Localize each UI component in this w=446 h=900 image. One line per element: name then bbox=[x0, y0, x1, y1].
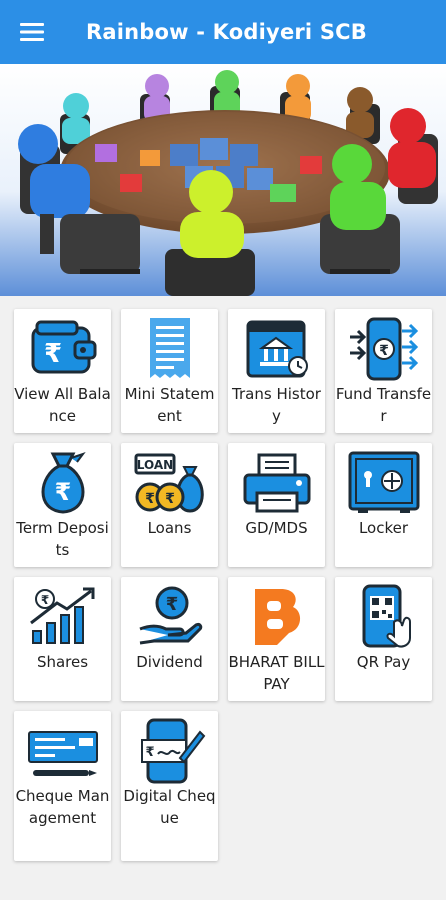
tile-label: Trans History bbox=[232, 385, 321, 425]
tile-loans[interactable]: LOAN ₹ ₹ Loans bbox=[121, 443, 218, 567]
tile-term-deposits[interactable]: ₹ Term Deposits bbox=[14, 443, 111, 567]
svg-text:₹: ₹ bbox=[40, 593, 48, 607]
tile-gd-mds[interactable]: GD/MDS bbox=[228, 443, 325, 567]
tile-digital-cheque[interactable]: ₹ Digital Cheque bbox=[121, 711, 218, 861]
tile-mini-statement[interactable]: Mini Statement bbox=[121, 309, 218, 433]
printer-icon bbox=[237, 449, 317, 517]
tile-shares[interactable]: ₹ Shares bbox=[14, 577, 111, 701]
svg-text:₹: ₹ bbox=[379, 343, 389, 359]
tile-label: Loans bbox=[147, 519, 192, 537]
tile-bharat-billpay[interactable]: BHARAT BILLPAY bbox=[228, 577, 325, 701]
digital-cheque-icon: ₹ bbox=[130, 717, 210, 785]
hand-coin-icon: ₹ bbox=[130, 583, 210, 651]
app-bar: Rainbow - Kodiyeri SCB bbox=[0, 0, 446, 64]
tile-locker[interactable]: Locker bbox=[335, 443, 432, 567]
svg-text:₹: ₹ bbox=[165, 491, 175, 507]
receipt-icon bbox=[130, 315, 210, 383]
phone-transfer-icon: ₹ bbox=[344, 315, 424, 383]
tile-label: Mini Statement bbox=[124, 385, 215, 425]
bharat-billpay-logo-icon bbox=[237, 583, 317, 651]
wallet-rupee-icon: ₹ bbox=[23, 315, 103, 383]
tile-label: GD/MDS bbox=[245, 519, 308, 537]
svg-text:₹: ₹ bbox=[43, 339, 61, 369]
svg-text:₹: ₹ bbox=[145, 491, 155, 507]
qr-phone-icon bbox=[344, 583, 424, 651]
hamburger-menu-icon[interactable] bbox=[0, 0, 64, 64]
tile-trans-history[interactable]: Trans History bbox=[228, 309, 325, 433]
svg-text:₹: ₹ bbox=[145, 745, 154, 760]
svg-text:₹: ₹ bbox=[165, 594, 178, 615]
tile-label: View All Balance bbox=[14, 385, 111, 425]
growth-chart-icon: ₹ bbox=[23, 583, 103, 651]
bank-history-icon bbox=[237, 315, 317, 383]
svg-text:₹: ₹ bbox=[54, 478, 71, 506]
tile-fund-transfer[interactable]: ₹ Fund Transfer bbox=[335, 309, 432, 433]
tile-label: Cheque Management bbox=[15, 787, 110, 827]
tile-label: Locker bbox=[358, 519, 409, 537]
tile-label: Shares bbox=[36, 653, 89, 671]
tile-cheque-management[interactable]: Cheque Management bbox=[14, 711, 111, 861]
cheque-icon bbox=[23, 717, 103, 785]
tile-label: Fund Transfer bbox=[335, 385, 432, 425]
tile-label: BHARAT BILLPAY bbox=[228, 653, 325, 693]
tile-label: Dividend bbox=[136, 653, 203, 671]
loan-coins-icon: LOAN ₹ ₹ bbox=[130, 449, 210, 517]
menu-grid: ₹ View All Balance Mini Statement Trans … bbox=[0, 296, 446, 900]
safe-icon bbox=[344, 449, 424, 517]
tile-qr-pay[interactable]: QR Pay bbox=[335, 577, 432, 701]
tile-label: QR Pay bbox=[356, 653, 411, 671]
tile-label: Digital Cheque bbox=[123, 787, 216, 827]
tile-dividend[interactable]: ₹ Dividend bbox=[121, 577, 218, 701]
banner-image bbox=[0, 64, 446, 296]
app-title: Rainbow - Kodiyeri SCB bbox=[86, 20, 367, 44]
tile-label: Term Deposits bbox=[16, 519, 109, 559]
tile-view-all-balance[interactable]: ₹ View All Balance bbox=[14, 309, 111, 433]
svg-text:LOAN: LOAN bbox=[136, 458, 172, 472]
money-bag-icon: ₹ bbox=[23, 449, 103, 517]
